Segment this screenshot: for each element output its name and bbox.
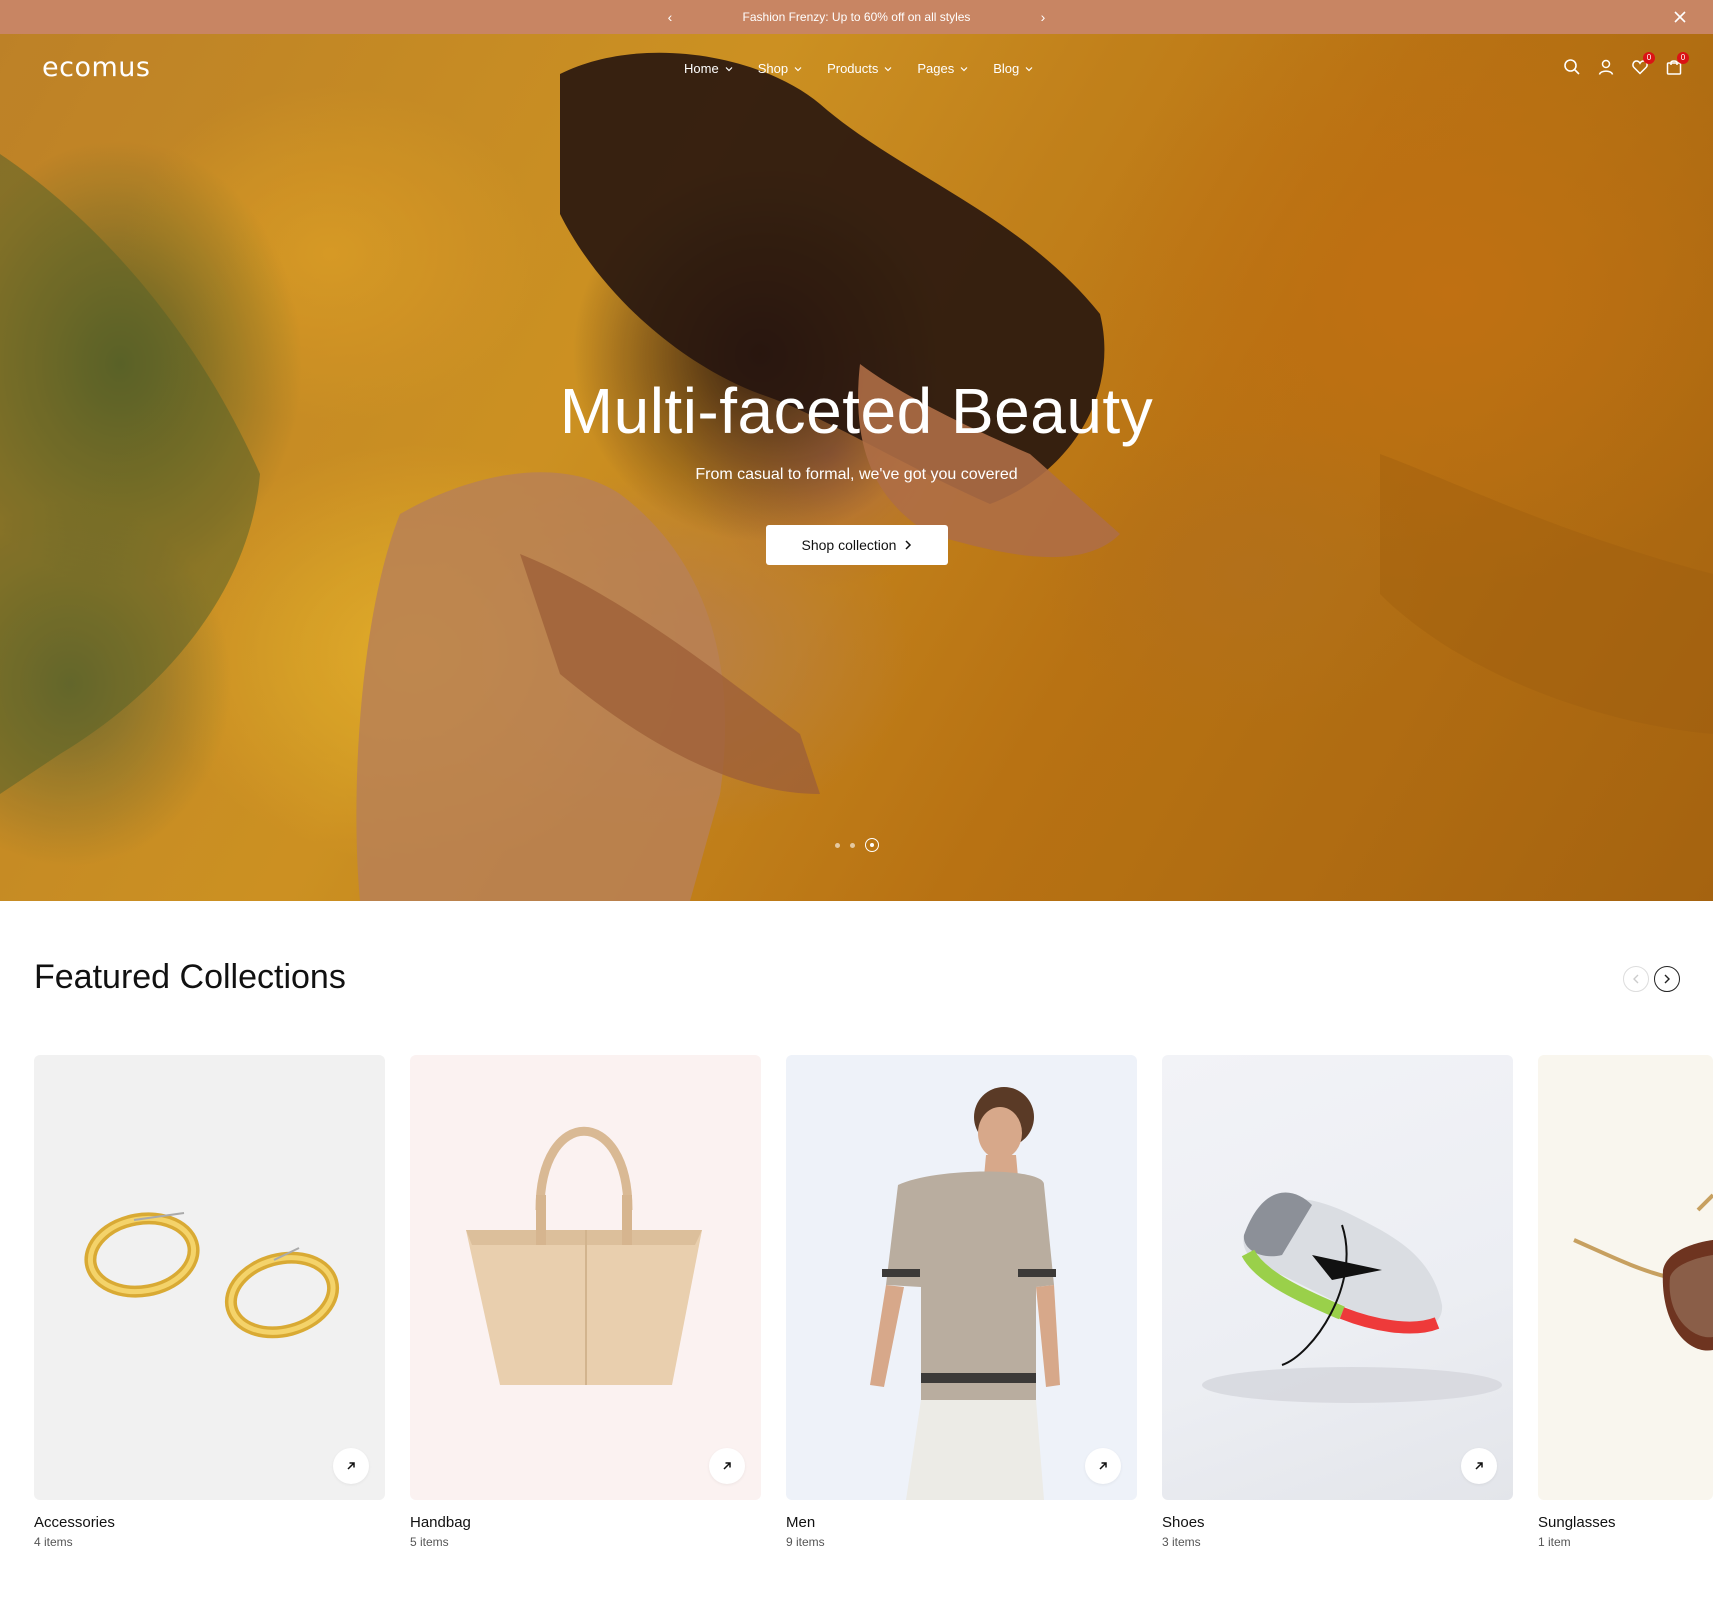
collection-count: 9 items [786,1535,825,1549]
chevron-down-icon [960,66,968,71]
announcement-next-icon[interactable]: › [1031,0,1055,34]
carousel-prev-button[interactable] [1623,966,1649,992]
slide-dot[interactable] [850,842,855,848]
search-icon[interactable] [1563,58,1581,76]
nav-item-products[interactable]: Products [827,61,892,76]
collection-image[interactable] [34,1055,385,1500]
collection-card-shoes[interactable]: Shoes 3 items [1162,1055,1513,1549]
handbag-image [466,1126,702,1385]
nav-item-label: Pages [917,61,955,76]
nav-item-pages[interactable]: Pages [917,61,968,76]
nav-item-label: Shop [757,61,789,76]
collection-image[interactable] [410,1055,761,1500]
cart-count-badge: 0 [1677,52,1689,64]
chevron-right-icon [905,540,912,550]
collection-card-handbag[interactable]: Handbag 5 items [410,1055,761,1549]
carousel-next-button[interactable] [1654,966,1680,992]
arrow-up-right-icon[interactable] [1461,1448,1497,1484]
arrow-up-right-icon[interactable] [1085,1448,1121,1484]
nav-item-home[interactable]: Home [684,61,733,76]
collection-image[interactable] [1538,1055,1713,1500]
nav-item-label: Blog [993,61,1020,76]
nav-item-shop[interactable]: Shop [758,61,802,76]
chevron-left-icon [1633,974,1639,984]
collection-count: 5 items [410,1535,449,1549]
chevron-down-icon [1025,66,1033,71]
header-actions: 0 0 [1563,52,1689,76]
wishlist-icon[interactable]: 0 [1631,52,1655,76]
main-nav: Home Shop Products Pages Blog [684,61,1033,76]
collection-image[interactable] [1162,1055,1513,1500]
sunglasses-image [1573,1193,1713,1351]
collection-count: 3 items [1162,1535,1201,1549]
arrow-up-right-icon[interactable] [709,1448,745,1484]
site-header: ecomus Home Shop Products Pages Blog 0 0 [0,34,1713,104]
slider-pagination [835,838,879,852]
sneaker-image [1202,1192,1502,1403]
collection-name[interactable]: Sunglasses [1538,1514,1713,1531]
collection-card-sunglasses[interactable]: Sunglasses 1 item [1538,1055,1713,1549]
slide-dot[interactable] [835,842,840,848]
cart-icon[interactable]: 0 [1665,52,1689,76]
chevron-down-icon [884,66,892,71]
collection-count: 1 item [1538,1535,1571,1549]
collection-name[interactable]: Handbag [410,1514,761,1531]
collection-name[interactable]: Accessories [34,1514,385,1531]
nav-item-label: Home [684,61,719,76]
men-image [870,1087,1060,1500]
logo[interactable]: ecomus [42,52,150,83]
collection-name[interactable]: Men [786,1514,1137,1531]
chevron-right-icon [1664,974,1670,984]
shop-collection-label: Shop collection [801,537,897,553]
collection-image[interactable] [786,1055,1137,1500]
wishlist-count-badge: 0 [1643,52,1655,64]
nav-item-label: Products [827,61,879,76]
announcement-bar: ‹ Fashion Frenzy: Up to 60% off on all s… [0,0,1713,34]
shop-collection-button[interactable]: Shop collection [766,525,948,565]
chevron-down-icon [794,66,802,71]
collection-card-men[interactable]: Men 9 items [786,1055,1137,1549]
collection-name[interactable]: Shoes [1162,1514,1513,1531]
section-title: Featured Collections [34,958,346,996]
hero-banner: ecomus Home Shop Products Pages Blog 0 0… [0,34,1713,901]
collection-card-accessories[interactable]: Accessories 4 items [34,1055,385,1549]
collection-count: 4 items [34,1535,73,1549]
chevron-down-icon [725,66,733,71]
account-icon[interactable] [1597,58,1615,76]
earrings-image [84,1212,340,1339]
close-icon[interactable] [1671,8,1689,26]
announcement-text: Fashion Frenzy: Up to 60% off on all sty… [742,10,971,24]
slide-dot-active[interactable] [865,838,879,852]
nav-item-blog[interactable]: Blog [993,61,1033,76]
hero-title: Multi-faceted Beauty [559,375,1154,447]
hero-subtitle: From casual to formal, we've got you cov… [695,466,1018,483]
arrow-up-right-icon[interactable] [333,1448,369,1484]
